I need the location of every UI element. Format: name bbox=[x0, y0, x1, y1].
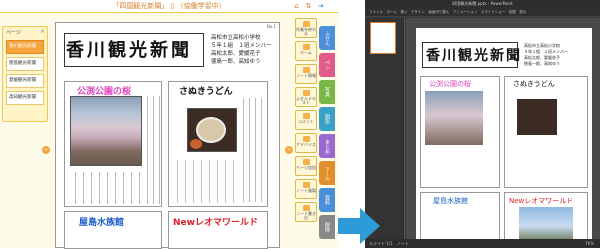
leoma-photo bbox=[519, 207, 573, 239]
tab-sticky[interactable]: ふせん bbox=[319, 26, 335, 50]
page-item-kochi[interactable]: 高知観光新聞 bbox=[6, 91, 44, 105]
info-line: 高松市立高松小学校 bbox=[211, 35, 261, 41]
collab-note-app: 「四国観光新聞」 ▯ （協働学習中） ⌂ ⇅ ⇥ ページ × 香川観光新聞 徳島… bbox=[0, 0, 338, 249]
tool-palette: 作業を終わる ホーム ノート情報 ふせんテキスト コメント アドバイス ページ追… bbox=[295, 18, 317, 246]
page-panel-label: ページ bbox=[6, 30, 21, 36]
info-line: 徳島一郎、高知ゆう bbox=[211, 59, 261, 65]
tab-tool[interactable]: ツール bbox=[319, 161, 335, 185]
article-udon[interactable]: さぬきうどん bbox=[504, 76, 588, 188]
page-number: No.1 bbox=[266, 24, 276, 29]
tab-summary[interactable]: まとめ bbox=[319, 134, 335, 158]
window-title: 「四国観光新聞」 ▯ （協働学習中） bbox=[0, 0, 338, 13]
article-title: Newレオマワールド bbox=[509, 197, 574, 205]
tab-shape[interactable]: 図形 bbox=[319, 107, 335, 131]
page-list-panel: ページ × 香川観光新聞 徳島観光新聞 愛媛観光新聞 高知観光新聞 bbox=[2, 26, 48, 122]
udon-photo bbox=[517, 99, 557, 135]
newspaper-page[interactable]: No.1 香川観光新聞 高松市立高松小学校 ５年１組 １班メンバー 高松太郎、愛… bbox=[55, 22, 280, 249]
newspaper-info: 高松市立高松小学校 ５年１組 １班メンバー 高松太郎、愛媛花子 徳島一郎、高知ゆ… bbox=[524, 43, 568, 67]
article-sakura[interactable]: 公渕公園の桜 bbox=[64, 81, 162, 207]
finish-button[interactable]: 作業を終わる bbox=[295, 18, 317, 38]
article-title: さぬきうどん bbox=[513, 80, 555, 88]
article-title: 屋島水族館 bbox=[79, 218, 125, 228]
article-title: 屋島水族館 bbox=[433, 197, 468, 205]
side-tab-strip: ふせん ペン 写真 図形 まとめ ツール 資料 削除 bbox=[319, 26, 337, 248]
arrow-right-icon bbox=[338, 208, 380, 244]
article-title: Newレオマワールド bbox=[173, 218, 258, 228]
tab-pen[interactable]: ペン bbox=[319, 53, 335, 77]
article-title: 公渕公園の桜 bbox=[429, 80, 471, 88]
status-bar: スライド 1/1 ノート 76% bbox=[365, 239, 600, 248]
article-udon[interactable]: さぬきうどん bbox=[168, 81, 268, 207]
zoom-level[interactable]: 76% bbox=[585, 239, 594, 248]
tab-delete[interactable]: 削除 bbox=[319, 215, 335, 239]
doc-icon: ▯ bbox=[170, 2, 175, 10]
article-leoma[interactable]: Newレオマワールド bbox=[168, 211, 268, 249]
close-icon[interactable]: × bbox=[40, 28, 45, 35]
tab-photo[interactable]: 写真 bbox=[319, 80, 335, 104]
article-sakura[interactable]: 公渕公園の桜 bbox=[420, 76, 500, 188]
export-note-button[interactable]: ノート書き出 bbox=[295, 202, 317, 222]
page-item-kagawa[interactable]: 香川観光新聞 bbox=[6, 40, 44, 54]
article-aquarium[interactable]: 屋島水族館 bbox=[420, 192, 500, 240]
article-leoma[interactable]: Newレオマワールド bbox=[504, 192, 588, 240]
newspaper-title: 香川観光新聞 bbox=[426, 48, 522, 64]
sakura-photo bbox=[70, 96, 142, 166]
advice-button[interactable]: アドバイス bbox=[295, 133, 317, 153]
ribbon-menu[interactable]: ファイル ホーム 挿入 デザイン 画面切り替え アニメーション スライドショー … bbox=[365, 7, 600, 17]
page-item-tokushima[interactable]: 徳島観光新聞 bbox=[6, 57, 44, 71]
article-title: さぬきうどん bbox=[179, 87, 233, 97]
sakura-photo bbox=[425, 91, 483, 145]
note-info-button[interactable]: ノート情報 bbox=[295, 64, 317, 84]
prev-page-icon[interactable]: « bbox=[42, 146, 50, 154]
tab-material[interactable]: 資料 bbox=[319, 188, 335, 212]
slide-canvas: 香川観光新聞 高松市立高松小学校 ５年１組 １班メンバー 高松太郎、愛媛花子 徳… bbox=[406, 18, 600, 242]
exit-icon[interactable]: ⇥ bbox=[316, 2, 325, 11]
info-line: 高松太郎、愛媛花子 bbox=[211, 51, 261, 57]
home-button[interactable]: ホーム bbox=[295, 41, 317, 61]
newspaper-info: 高松市立高松小学校 ５年１組 １班メンバー 高松太郎、愛媛花子 徳島一郎、高知ゆ… bbox=[211, 34, 272, 66]
article-aquarium[interactable]: 屋島水族館 bbox=[64, 211, 162, 249]
window-title: 四国観光新聞.pptx - PowerPoint bbox=[365, 0, 600, 7]
page-panel-header: ページ × bbox=[3, 27, 47, 37]
next-page-icon[interactable]: » bbox=[285, 146, 293, 154]
page-item-ehime[interactable]: 愛媛観光新聞 bbox=[6, 74, 44, 88]
powerpoint-window: 四国観光新聞.pptx - PowerPoint ファイル ホーム 挿入 デザイ… bbox=[365, 0, 600, 248]
slide-page[interactable]: 香川観光新聞 高松市立高松小学校 ５年１組 １班メンバー 高松太郎、愛媛花子 徳… bbox=[416, 28, 592, 242]
title-status: （協働学習中） bbox=[176, 2, 226, 10]
add-page-button[interactable]: ページ追加 bbox=[295, 156, 317, 176]
share-icon[interactable]: ⇅ bbox=[304, 2, 313, 11]
duplicate-note-button[interactable]: ノート複製 bbox=[295, 179, 317, 199]
newspaper-title: 香川観光新聞 bbox=[66, 40, 192, 61]
sticky-text-button[interactable]: ふせんテキスト bbox=[295, 87, 317, 107]
home-icon[interactable]: ⌂ bbox=[292, 2, 301, 11]
title-prefix: 「四国観光新聞」 bbox=[112, 2, 169, 10]
udon-photo bbox=[187, 108, 237, 152]
info-line: ５年１組 １班メンバー bbox=[211, 43, 272, 49]
slide-thumbnail[interactable] bbox=[370, 22, 396, 54]
comment-button[interactable]: コメント bbox=[295, 110, 317, 130]
info-line: 徳島一郎、高知ゆう bbox=[524, 61, 560, 66]
